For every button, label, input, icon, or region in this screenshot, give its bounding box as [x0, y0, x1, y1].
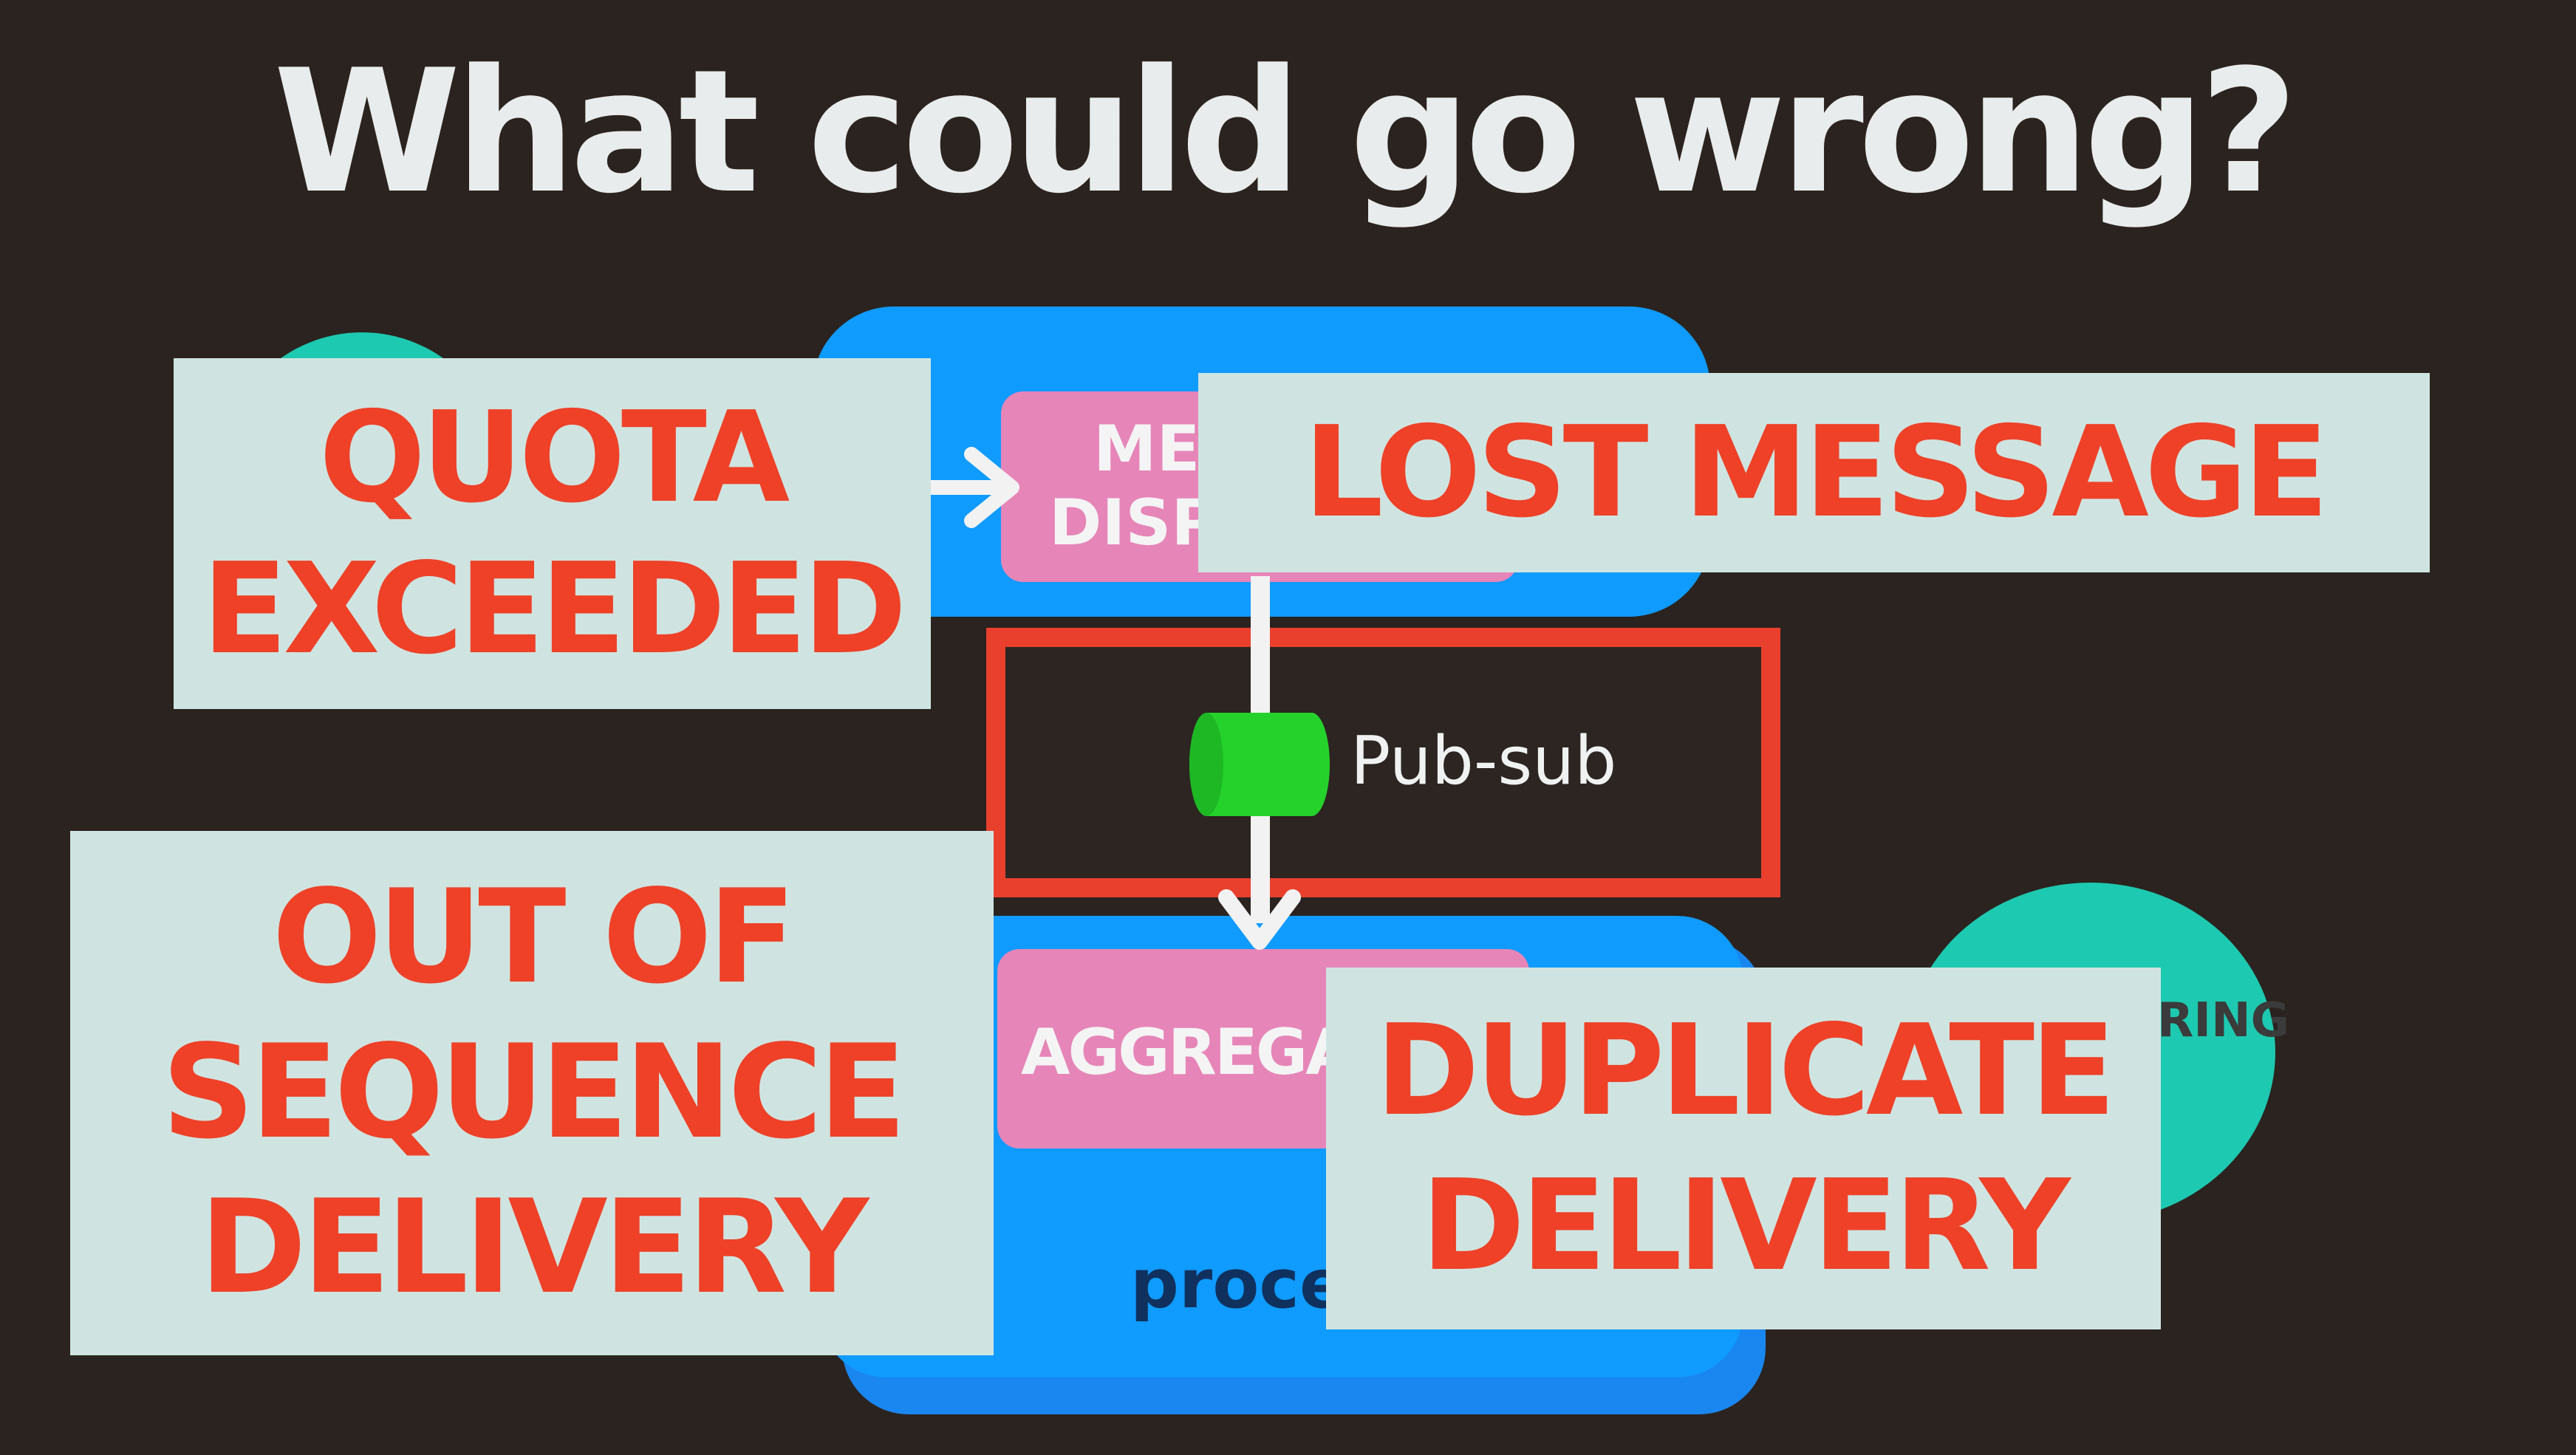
queue-cylinder-end: [1189, 713, 1223, 816]
quota-line-1: QUOTA: [318, 384, 790, 531]
sequence-line-2: SEQUENCE: [161, 1018, 906, 1168]
dispatcher-fragment-1: ME: [1093, 412, 1200, 486]
lost-message-card: LOST MESSAGE: [1198, 373, 2430, 572]
duplicate-line-1: DUPLICATE: [1375, 998, 2117, 1144]
queue-label: Pub-sub: [1350, 722, 1617, 800]
slide-title: What could go wrong?: [273, 34, 2298, 231]
quota-exceeded-card: QUOTA EXCEEDED: [174, 358, 931, 709]
queue-cylinder-icon: [1189, 713, 1330, 816]
out-of-sequence-card: OUT OF SEQUENCE DELIVERY: [70, 831, 994, 1355]
duplicate-delivery-card: DUPLICATE DELIVERY: [1326, 968, 2161, 1329]
right-arrow-icon: [920, 447, 1019, 528]
duplicate-line-2: DELIVERY: [1421, 1153, 2070, 1299]
dispatcher-fragment-2: DISP: [1049, 486, 1218, 560]
right-node-fragment: RING: [2157, 993, 2290, 1048]
down-arrow-icon: [1218, 889, 1301, 950]
aggregator-fragment: AGGREGA: [1021, 1016, 1355, 1089]
quota-line-2: EXCEEDED: [202, 535, 907, 682]
lost-message-text: LOST MESSAGE: [1303, 400, 2329, 546]
sequence-line-3: DELIVERY: [199, 1173, 869, 1323]
sequence-line-1: OUT OF: [272, 863, 796, 1013]
